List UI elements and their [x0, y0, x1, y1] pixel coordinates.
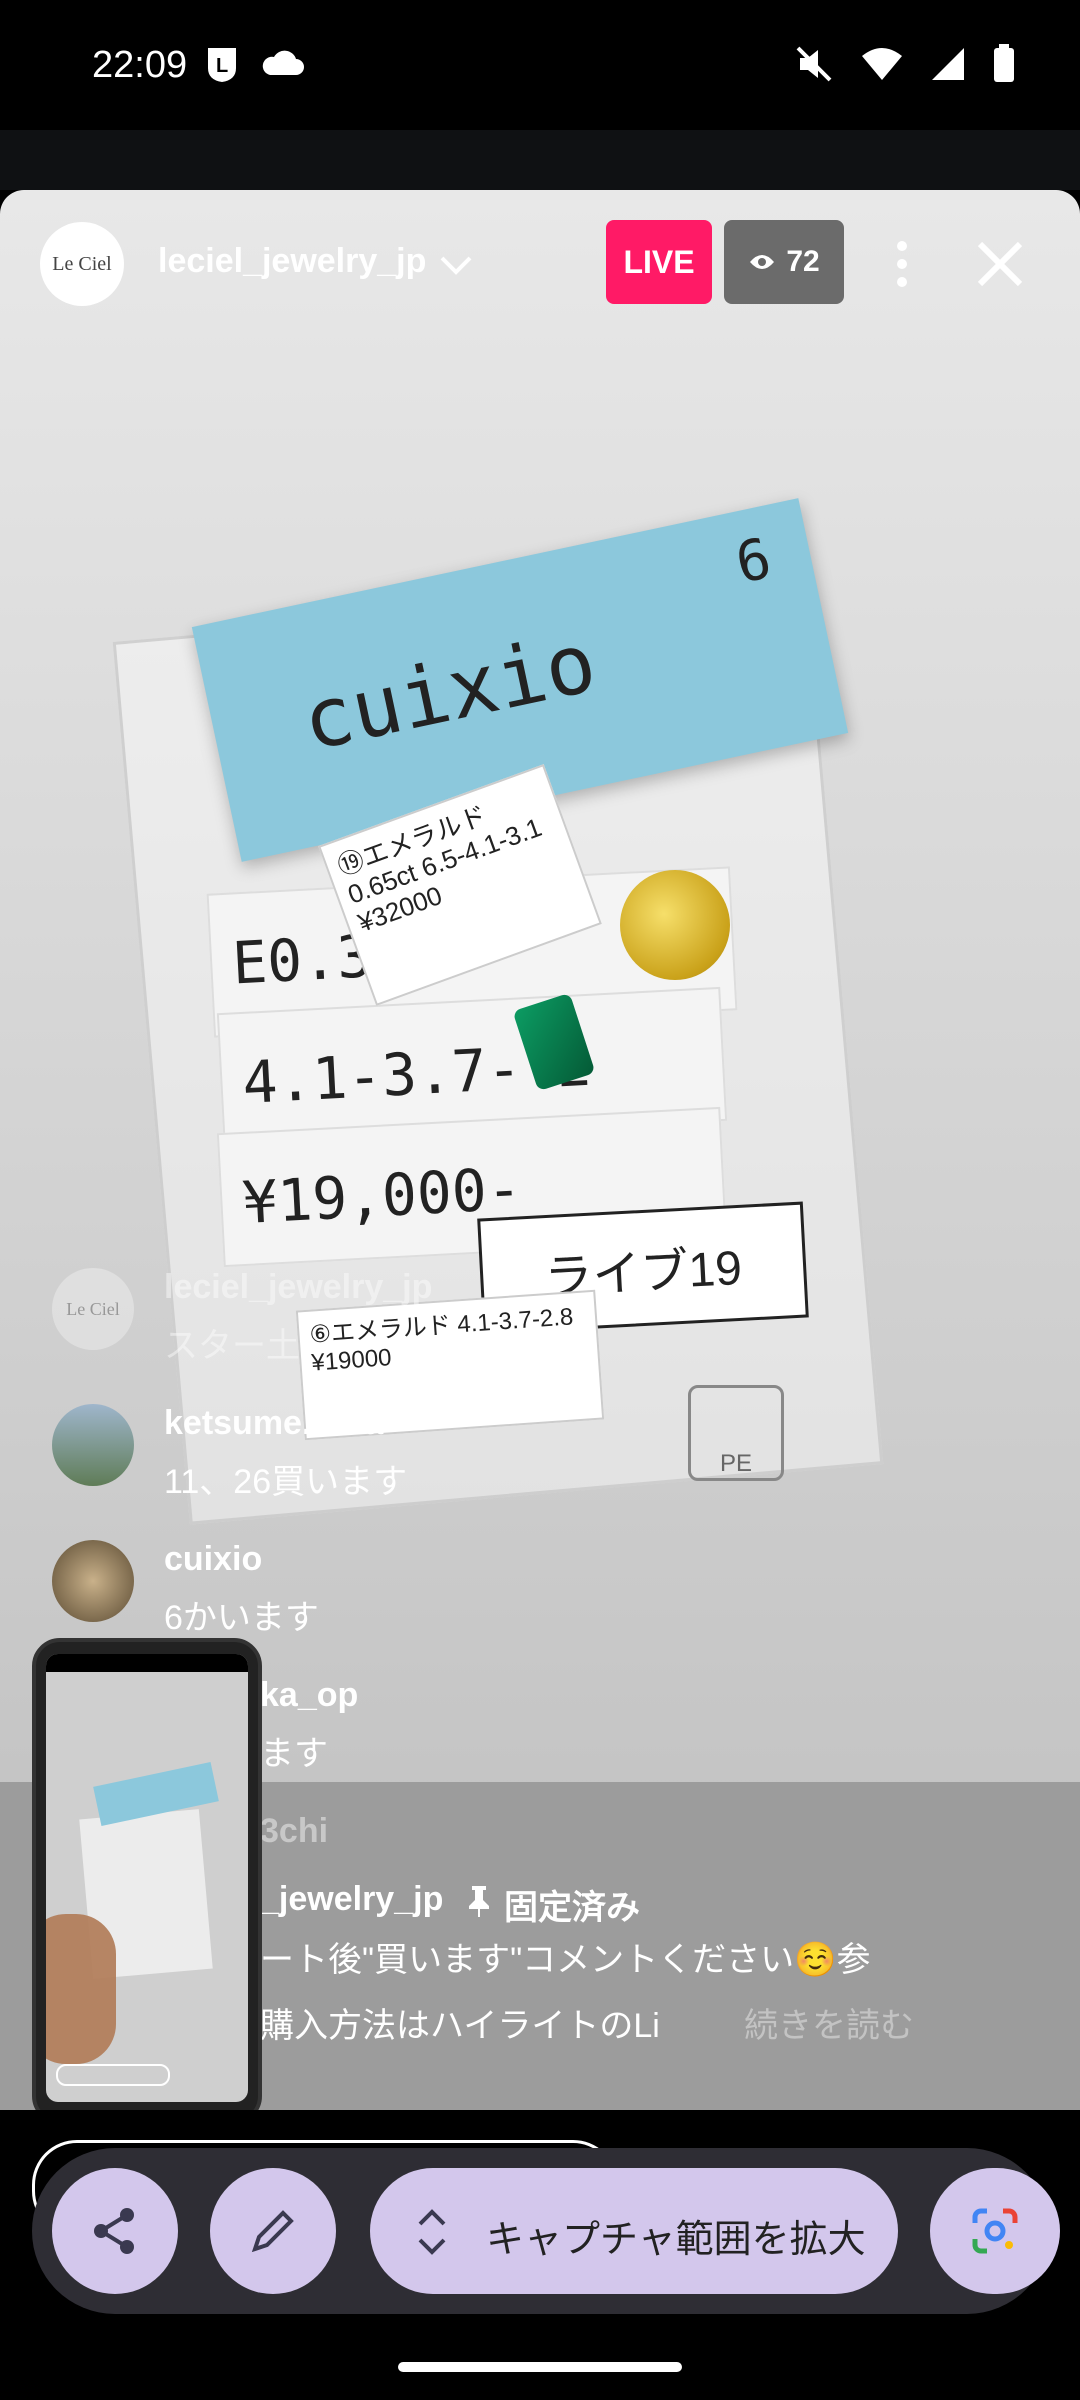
- close-icon[interactable]: [974, 238, 1026, 290]
- eye-icon: [750, 255, 775, 269]
- thumbnail-input: [56, 2064, 170, 2086]
- svg-text:L: L: [216, 55, 228, 77]
- viewer-count-value: 72: [786, 245, 820, 278]
- username[interactable]: leciel_jewelry_jp: [158, 242, 426, 281]
- comment-user[interactable]: cuixio: [164, 1540, 262, 1579]
- share-icon: [94, 2208, 134, 2254]
- pinned-comment-text: ート後"買います"コメントください☺️参: [260, 1941, 871, 1979]
- gold-coin: [620, 870, 730, 980]
- battery-icon: [994, 44, 1014, 82]
- comment-user[interactable]: ketsume.sora: [164, 1404, 383, 1443]
- comment-user[interactable]: ka_op: [260, 1676, 358, 1715]
- expand-capture-button[interactable]: キャプチャ範囲を拡大: [370, 2168, 898, 2294]
- comment-user[interactable]: leciel_jewelry_jp: [164, 1268, 432, 1307]
- top-gap: [0, 130, 1080, 190]
- comment-user[interactable]: _jewelry_jp: [260, 1880, 443, 1919]
- more-options-icon[interactable]: [886, 238, 918, 290]
- line-app-icon: L: [208, 48, 236, 82]
- home-indicator[interactable]: [398, 2362, 682, 2372]
- blue-note-text: cuixio: [294, 615, 604, 770]
- wifi-icon: [862, 48, 902, 80]
- cloud-icon: [262, 50, 304, 75]
- viewer-count[interactable]: 72: [724, 220, 844, 304]
- signal-icon: [932, 48, 964, 80]
- pinned-label: 固定済み: [504, 1889, 640, 1927]
- live-header: Le Ciel leciel_jewelry_jp LIVE 72: [40, 220, 1060, 310]
- pinned-comment-text-2: 購入方法はハイライトのLi: [260, 2007, 660, 2045]
- expand-vertical-icon: [418, 2209, 446, 2255]
- expand-capture-label: キャプチャ範囲を拡大: [486, 2219, 866, 2261]
- screenshot-thumbnail[interactable]: [32, 1638, 262, 2124]
- comment-text: ます: [260, 1735, 328, 1773]
- comment-text: 11、26買います: [164, 1463, 408, 1501]
- thumbnail-preview: [46, 1654, 248, 2102]
- live-badge: LIVE: [606, 220, 712, 304]
- pin-icon: [469, 1886, 489, 1917]
- chevron-down-icon[interactable]: [438, 246, 474, 282]
- blue-note-number: 6: [730, 526, 777, 597]
- read-more-link[interactable]: 続きを読む: [744, 1998, 914, 2047]
- avatar[interactable]: Le Ciel: [40, 222, 124, 306]
- status-right-icons: [794, 44, 1016, 84]
- google-lens-icon: [972, 2208, 1018, 2254]
- thumbnail-hand: [46, 1914, 116, 2064]
- pe-recycle-mark: PE: [688, 1385, 784, 1481]
- pencil-icon: [251, 2210, 294, 2253]
- comment-user[interactable]: 3chi: [260, 1812, 328, 1851]
- thumbnail-status-bar: [46, 1654, 248, 1672]
- comment-avatar[interactable]: [52, 1540, 134, 1622]
- edit-button[interactable]: [210, 2168, 336, 2294]
- lens-button[interactable]: [930, 2168, 1060, 2294]
- mute-icon: [796, 46, 832, 82]
- status-bar: 22:09 L: [0, 0, 1080, 130]
- status-left-icons: L: [202, 44, 304, 84]
- comment-text: 6かいます: [164, 1599, 319, 1637]
- comment-avatar[interactable]: [52, 1404, 134, 1486]
- share-button[interactable]: [52, 2168, 178, 2294]
- comment-avatar[interactable]: Le Ciel: [52, 1268, 134, 1350]
- comment-text: スター土: [164, 1327, 300, 1365]
- status-time: 22:09: [92, 44, 188, 86]
